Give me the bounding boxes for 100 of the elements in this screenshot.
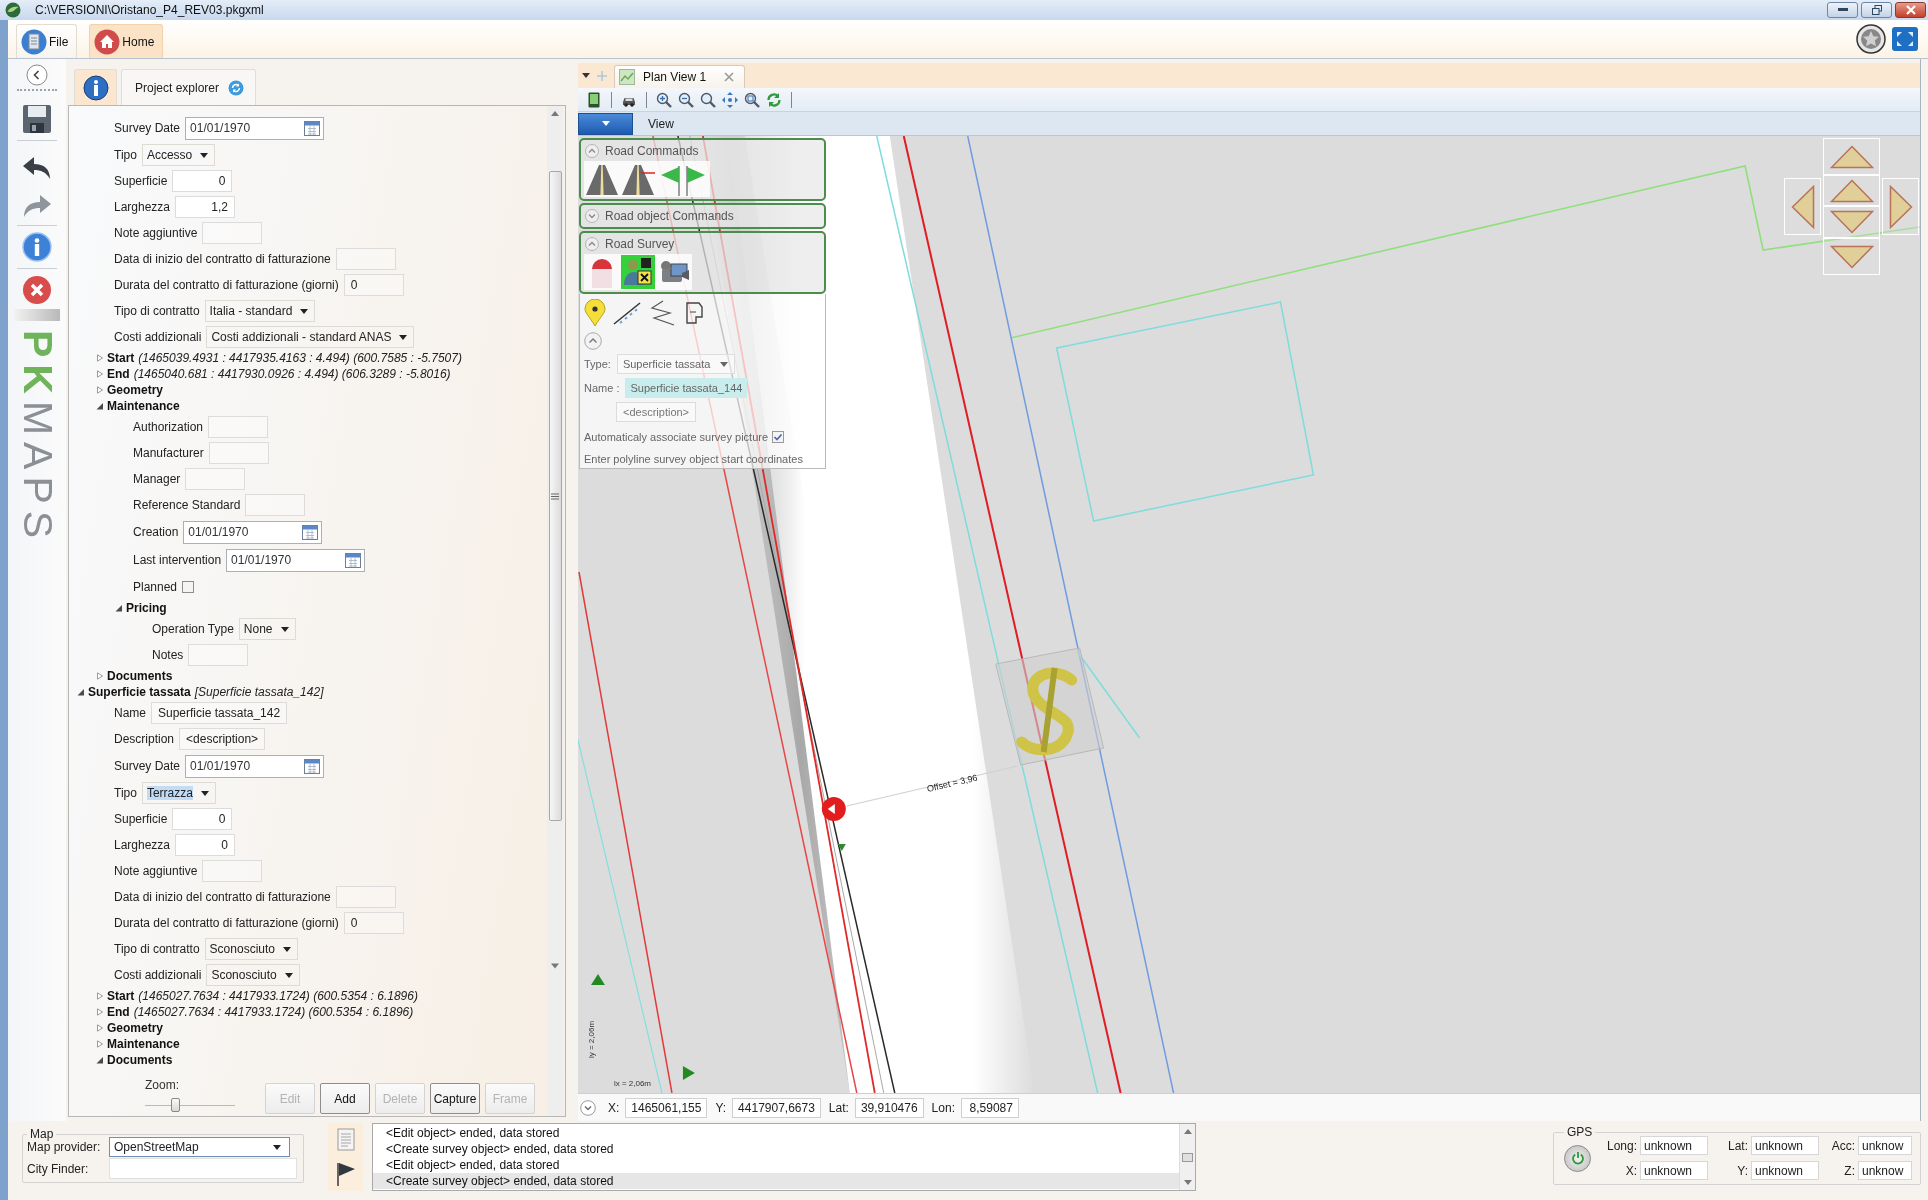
input-field[interactable]: [245, 494, 306, 516]
zoom-extent-icon[interactable]: [744, 91, 760, 108]
name-field[interactable]: Superficie tassata_144: [625, 378, 748, 398]
collapsed-arrow-icon[interactable]: [96, 992, 104, 1000]
dollar-symbol-model[interactable]: [995, 647, 1105, 766]
tree-node-label[interactable]: Start: [107, 989, 135, 1003]
collapsed-arrow-icon[interactable]: [96, 1040, 104, 1048]
date-field[interactable]: 01/01/1970: [183, 520, 323, 544]
refresh-icon[interactable]: [766, 91, 782, 108]
pan-icon[interactable]: [722, 91, 738, 108]
input-field[interactable]: [185, 468, 246, 490]
scroll-up-icon[interactable]: [551, 111, 559, 116]
input-field[interactable]: 0: [175, 834, 236, 856]
back-icon[interactable]: [26, 64, 48, 86]
collapsed-arrow-icon[interactable]: [96, 386, 104, 394]
dropdown[interactable]: Sconosciuto: [204, 938, 298, 960]
collapsed-arrow-icon[interactable]: [96, 1008, 104, 1016]
input-field[interactable]: <description>: [179, 728, 266, 750]
city-finder-field[interactable]: [109, 1158, 297, 1179]
input-field[interactable]: [208, 416, 269, 438]
vertical-scrollbar[interactable]: [547, 106, 563, 1116]
date-field[interactable]: 01/01/1970: [185, 754, 325, 778]
pan-left-button[interactable]: [1784, 178, 1821, 235]
info-tab[interactable]: [74, 69, 117, 105]
scroll-thumb[interactable]: [1182, 1152, 1193, 1162]
coordinate-field[interactable]: 4417907,6673: [732, 1097, 821, 1118]
pan-right-button[interactable]: [1882, 178, 1919, 235]
document-action-button[interactable]: Capture: [430, 1083, 480, 1114]
input-field[interactable]: [202, 222, 263, 244]
tree-node-label[interactable]: Pricing: [126, 601, 167, 615]
tablet-icon[interactable]: [586, 91, 602, 108]
save-icon[interactable]: [22, 104, 52, 134]
log-entry[interactable]: <Edit object> ended, data stored: [373, 1157, 1179, 1173]
tree-node-label[interactable]: Maintenance: [107, 1037, 180, 1051]
log-entry[interactable]: <Edit object> ended, data stored: [373, 1125, 1179, 1141]
coordinate-field[interactable]: 39,910476: [854, 1097, 924, 1118]
wheel-icon[interactable]: [1856, 24, 1886, 54]
survey-object-icon[interactable]: [621, 255, 655, 289]
dropdown[interactable]: Costi addizionali - standard ANAS: [206, 326, 415, 348]
expanded-arrow-icon[interactable]: [77, 688, 85, 696]
close-icon[interactable]: [22, 275, 52, 305]
log-entry[interactable]: <Create survey object> ended, data stored: [373, 1141, 1179, 1157]
dropdown[interactable]: Sconosciuto: [206, 964, 300, 986]
input-field[interactable]: [208, 442, 269, 464]
magnifier-icon[interactable]: [700, 91, 716, 108]
panel-title[interactable]: Road object Commands: [605, 209, 734, 223]
tree-node-label[interactable]: Geometry: [107, 383, 164, 397]
pan-up-button[interactable]: [1823, 138, 1880, 175]
dropdown[interactable]: None: [238, 618, 296, 640]
survey-point-marker-icon[interactable]: [821, 797, 846, 821]
explorer-tab[interactable]: Project explorer: [121, 69, 256, 105]
slider-thumb[interactable]: [170, 1098, 180, 1112]
log-entry[interactable]: <Create survey object> ended, data stored: [373, 1173, 1179, 1189]
tree-node-label[interactable]: Documents: [107, 1053, 173, 1067]
scroll-thumb[interactable]: [548, 171, 562, 821]
calendar-icon[interactable]: [304, 758, 321, 774]
dropdown[interactable]: Italia - standard: [204, 300, 316, 322]
minimize-button[interactable]: [1827, 2, 1858, 18]
input-field[interactable]: [188, 644, 249, 666]
tree-node-label[interactable]: End: [107, 367, 130, 381]
zoom-in-button[interactable]: [1823, 175, 1880, 206]
zoom-in-icon[interactable]: [656, 91, 672, 108]
collapse-icon[interactable]: [585, 237, 599, 251]
type-dropdown[interactable]: Superficie tassata: [616, 354, 736, 374]
vertical-scrollbar[interactable]: [1179, 1124, 1195, 1190]
close-icon[interactable]: [724, 72, 735, 82]
road-icon[interactable]: [585, 162, 619, 196]
input-field[interactable]: 0: [172, 170, 233, 192]
dotted-line-icon[interactable]: [612, 300, 642, 326]
polygon-icon[interactable]: [684, 299, 706, 327]
expand-icon[interactable]: [585, 209, 599, 223]
collapsed-arrow-icon[interactable]: [96, 354, 104, 362]
fullscreen-icon[interactable]: [1892, 27, 1918, 51]
zoom-out-button[interactable]: [1823, 206, 1880, 238]
redo-icon[interactable]: [22, 193, 52, 219]
input-field[interactable]: 0: [343, 912, 404, 934]
calendar-icon[interactable]: [302, 524, 319, 540]
tree-node-label[interactable]: Maintenance: [107, 399, 180, 413]
expanded-arrow-icon[interactable]: [115, 604, 123, 612]
input-field[interactable]: [335, 248, 396, 270]
coordinate-field[interactable]: 8,59087: [960, 1097, 1019, 1118]
coordinate-field[interactable]: 1465061,155: [625, 1097, 708, 1118]
ribbon-tab[interactable]: File: [16, 24, 78, 58]
checkbox[interactable]: [182, 581, 195, 593]
input-field[interactable]: 0: [172, 808, 233, 830]
tree-node-label[interactable]: Start: [107, 351, 135, 365]
tree-node-label[interactable]: Geometry: [107, 1021, 164, 1035]
info-icon[interactable]: [22, 232, 52, 262]
zoom-out-icon[interactable]: [678, 91, 694, 108]
expanded-arrow-icon[interactable]: [96, 402, 104, 410]
date-field[interactable]: 01/01/1970: [226, 548, 366, 572]
caret-icon[interactable]: [582, 73, 590, 78]
tree-node-label[interactable]: End: [107, 1005, 130, 1019]
panel-title[interactable]: Road Commands: [605, 144, 699, 158]
undo-icon[interactable]: [22, 155, 52, 181]
input-field[interactable]: [202, 860, 263, 882]
tree-node-label[interactable]: Documents: [107, 669, 173, 683]
ribbon-tab[interactable]: View: [648, 116, 674, 131]
description-field[interactable]: <description>: [616, 402, 697, 422]
flag-icon[interactable]: [334, 1160, 357, 1187]
